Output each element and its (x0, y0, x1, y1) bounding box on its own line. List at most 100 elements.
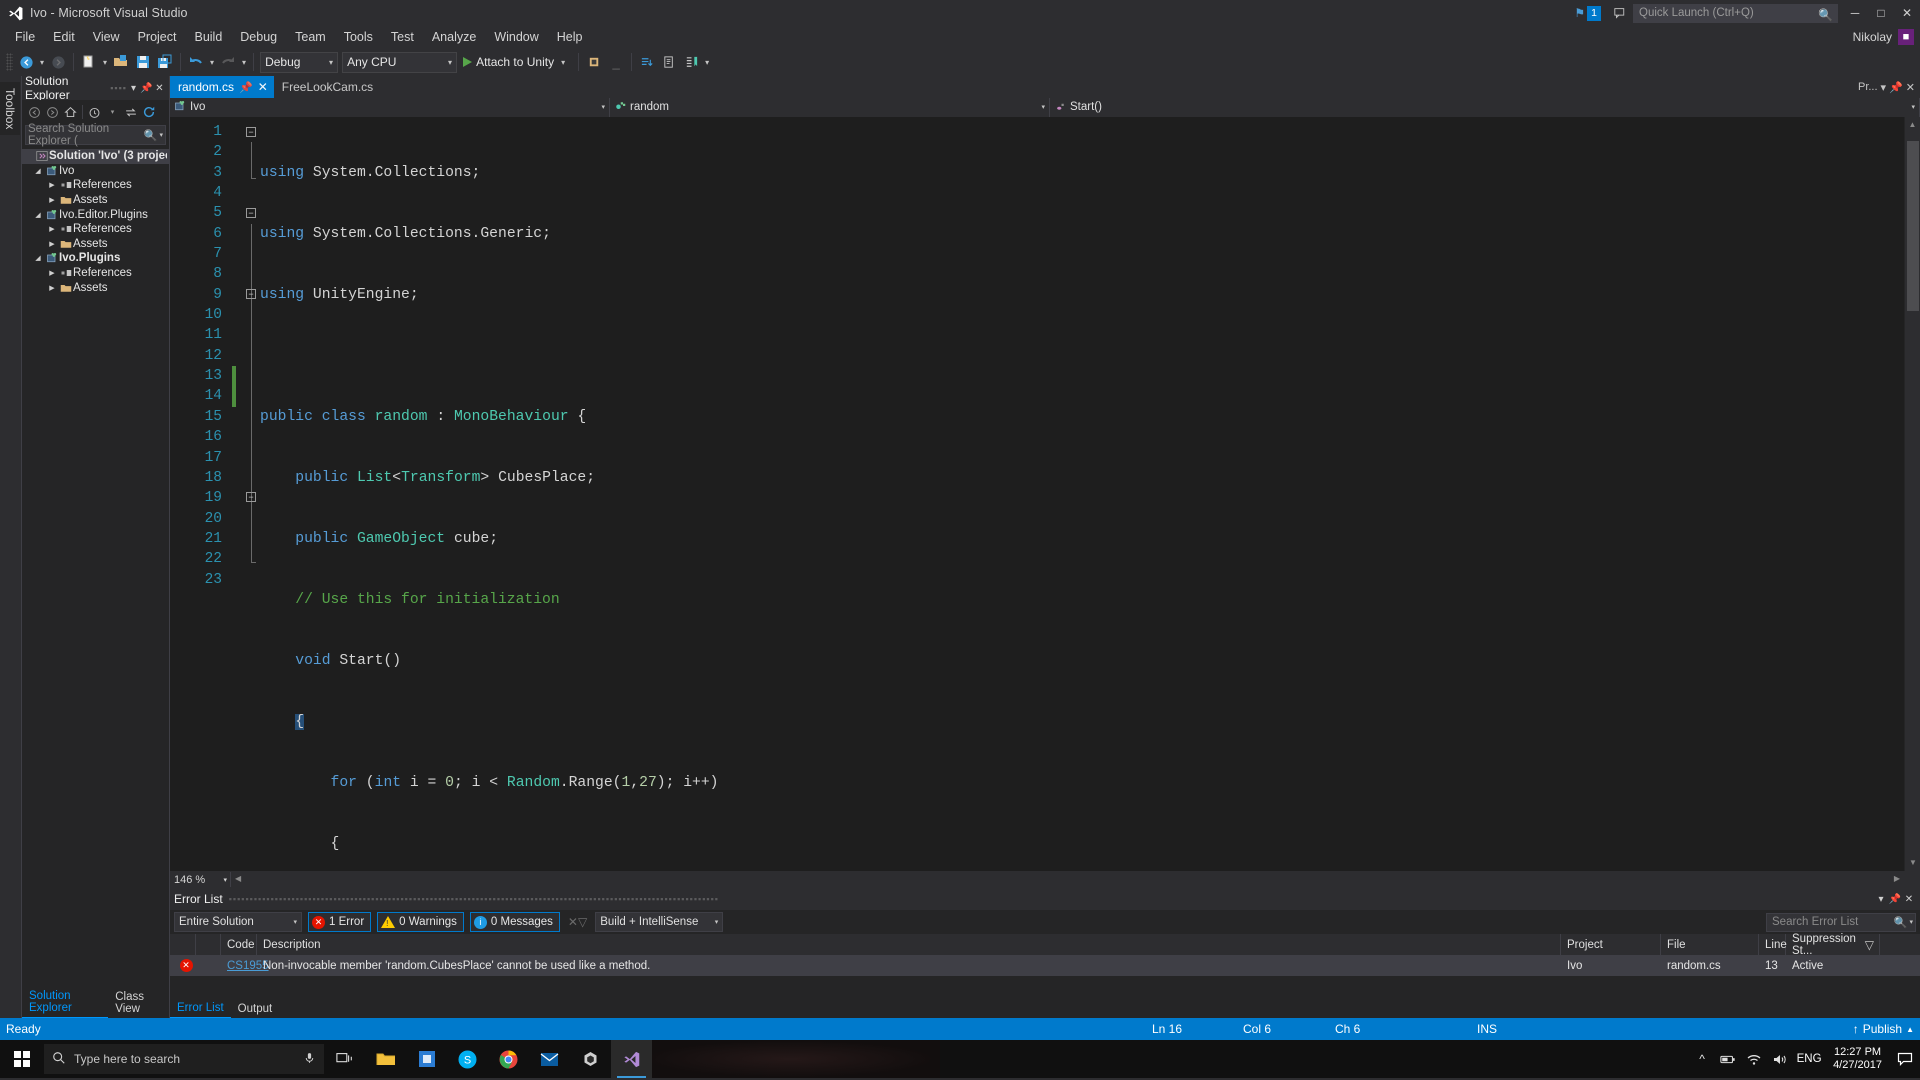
close-icon[interactable]: ✕ (1902, 894, 1916, 905)
tab-random-cs[interactable]: random.cs 📌 ✕ (170, 76, 274, 98)
project-selector[interactable]: Ivo ▾ (170, 97, 610, 117)
menu-item-view[interactable]: View (84, 28, 129, 46)
pin-icon[interactable]: 📌 (140, 83, 153, 94)
menu-item-help[interactable]: Help (548, 28, 592, 46)
navigate-back-icon[interactable] (15, 50, 37, 74)
tab-freelookcam-cs[interactable]: FreeLookCam.cs (274, 76, 379, 98)
footer-tab-solution-explorer[interactable]: Solution Explorer (22, 988, 109, 1018)
error-search-input[interactable]: Search Error List 🔍 ▾ (1766, 912, 1916, 932)
outlining-gutter[interactable]: − − − − (244, 117, 260, 871)
pending-changes-icon[interactable] (86, 103, 103, 121)
errors-toggle[interactable]: ✕ 1 Error (308, 912, 372, 932)
close-icon[interactable]: ✕ (258, 80, 268, 94)
minimize-button[interactable]: ─ (1842, 0, 1868, 26)
taskbar-clock[interactable]: 12:27 PM 4/27/2017 (1825, 1046, 1890, 1072)
battery-icon[interactable] (1715, 1040, 1741, 1078)
navigate-back-dropdown[interactable]: ▾ (37, 58, 47, 67)
zoom-level-selector[interactable]: 146 % ▾ (170, 872, 230, 887)
redo-dropdown[interactable]: ▾ (239, 58, 249, 67)
expander-closed[interactable]: ▶ (46, 196, 58, 204)
new-project-dropdown[interactable]: ▾ (100, 58, 110, 67)
column-line[interactable]: Line (1759, 934, 1787, 955)
tree-item-references-3[interactable]: ▶ References (22, 266, 169, 281)
maximize-button[interactable]: □ (1868, 0, 1894, 26)
tab-list-dropdown-icon[interactable]: ▾ (1881, 81, 1887, 94)
footer-tab-output[interactable]: Output (231, 1001, 280, 1018)
tree-item-ivo[interactable]: ◢ Ivo (22, 164, 169, 179)
toolbar-grip[interactable] (6, 53, 13, 71)
chevron-down-icon[interactable]: ▾ (1041, 103, 1045, 111)
collapse-icon[interactable]: − (246, 127, 256, 137)
filter-icon[interactable]: ▽ (1865, 938, 1874, 952)
column-project[interactable]: Project (1561, 934, 1661, 955)
expander-closed[interactable]: ▶ (46, 240, 58, 248)
panel-dropdown-icon[interactable]: ▾ (1874, 894, 1888, 905)
horizontal-scrollbar[interactable]: ◀ ▶ (231, 872, 1920, 887)
search-icon[interactable]: 🔍 (144, 129, 158, 142)
open-file-icon[interactable] (110, 50, 132, 74)
visual-studio-icon[interactable] (611, 1040, 652, 1078)
mail-icon[interactable] (529, 1040, 570, 1078)
save-all-icon[interactable] (154, 50, 176, 74)
collapse-icon[interactable]: − (246, 208, 256, 218)
publish-button[interactable]: ↑ Publish ▲ (1853, 1022, 1914, 1036)
error-list-empty-area[interactable] (170, 976, 1920, 998)
menu-item-file[interactable]: File (6, 28, 44, 46)
attach-dropdown-icon[interactable]: ▾ (558, 58, 568, 67)
column-code[interactable]: Code (221, 934, 257, 955)
store-icon[interactable] (406, 1040, 447, 1078)
forward-icon[interactable] (44, 103, 61, 121)
error-code[interactable]: CS1955 (221, 955, 269, 976)
solution-search-input[interactable]: Search Solution Explorer ( 🔍 ▾ (25, 123, 166, 147)
chevron-down-icon[interactable]: ▾ (1911, 103, 1915, 111)
menu-item-build[interactable]: Build (185, 28, 231, 46)
account-area[interactable]: Nikolay ■ (1853, 26, 1914, 48)
code-editor[interactable]: 1 2 3 4 5 6 7 8 9 10 11 12 13 14 15 16 1 (170, 117, 1920, 871)
volume-icon[interactable] (1767, 1040, 1793, 1078)
file-explorer-icon[interactable] (365, 1040, 406, 1078)
sync-with-active-document-icon[interactable] (122, 103, 139, 121)
comment-icon[interactable] (636, 50, 658, 74)
menu-item-analyze[interactable]: Analyze (423, 28, 485, 46)
expander-closed[interactable]: ▶ (46, 269, 58, 277)
expander-closed[interactable]: ▶ (46, 225, 58, 233)
navigate-forward-icon[interactable] (47, 50, 69, 74)
pin-icon[interactable]: 📌 (1889, 81, 1903, 94)
expander-closed[interactable]: ▶ (46, 181, 58, 189)
panel-dropdown-icon[interactable]: ▾ (127, 83, 140, 94)
platform-selector[interactable]: Any CPU ▾ (342, 51, 458, 73)
home-icon[interactable] (62, 103, 79, 121)
redo-icon[interactable] (217, 50, 239, 74)
back-icon[interactable] (26, 103, 43, 121)
language-indicator[interactable]: ENG (1793, 1040, 1825, 1078)
new-project-icon[interactable] (78, 50, 100, 74)
tree-item-ivo-editor-plugins[interactable]: ◢ Ivo.Editor.Plugins (22, 207, 169, 222)
menu-item-tools[interactable]: Tools (335, 28, 382, 46)
refresh-icon[interactable] (140, 103, 157, 121)
scroll-right-arrow[interactable]: ▶ (1894, 874, 1900, 883)
expander-closed[interactable]: ▶ (46, 284, 58, 292)
panel-grip[interactable]: ▪▪▪▪ (110, 83, 127, 93)
search-icon[interactable]: 🔍 (1894, 916, 1908, 929)
tree-item-references-2[interactable]: ▶ References (22, 222, 169, 237)
wifi-icon[interactable] (1741, 1040, 1767, 1078)
unity-attach-icon[interactable] (583, 50, 605, 74)
bookmark-icon[interactable] (680, 50, 702, 74)
footer-tab-class-view[interactable]: Class View (108, 989, 169, 1018)
tree-item-assets-2[interactable]: ▶ Assets (22, 237, 169, 252)
chevron-down-icon[interactable]: ▾ (715, 918, 719, 926)
bookmark-dropdown[interactable]: ▾ (702, 58, 712, 67)
menu-item-edit[interactable]: Edit (44, 28, 84, 46)
configuration-selector[interactable]: Debug ▾ (260, 51, 339, 73)
chevron-down-icon[interactable]: ▾ (601, 103, 605, 111)
scroll-down-arrow[interactable]: ▼ (1907, 855, 1919, 871)
chevron-down-icon[interactable]: ▾ (1909, 918, 1913, 926)
scrollbar-thumb[interactable] (1907, 141, 1919, 311)
show-hidden-icon[interactable]: ^ (1689, 1040, 1715, 1078)
quick-launch-input[interactable]: Quick Launch (Ctrl+Q) 🔍 (1633, 3, 1838, 23)
menu-item-test[interactable]: Test (382, 28, 423, 46)
taskbar-search-input[interactable]: Type here to search (44, 1044, 324, 1074)
chevron-down-icon[interactable]: ▾ (293, 918, 297, 926)
task-view-icon[interactable] (324, 1040, 365, 1078)
collapse-icon[interactable]: − (246, 492, 256, 502)
